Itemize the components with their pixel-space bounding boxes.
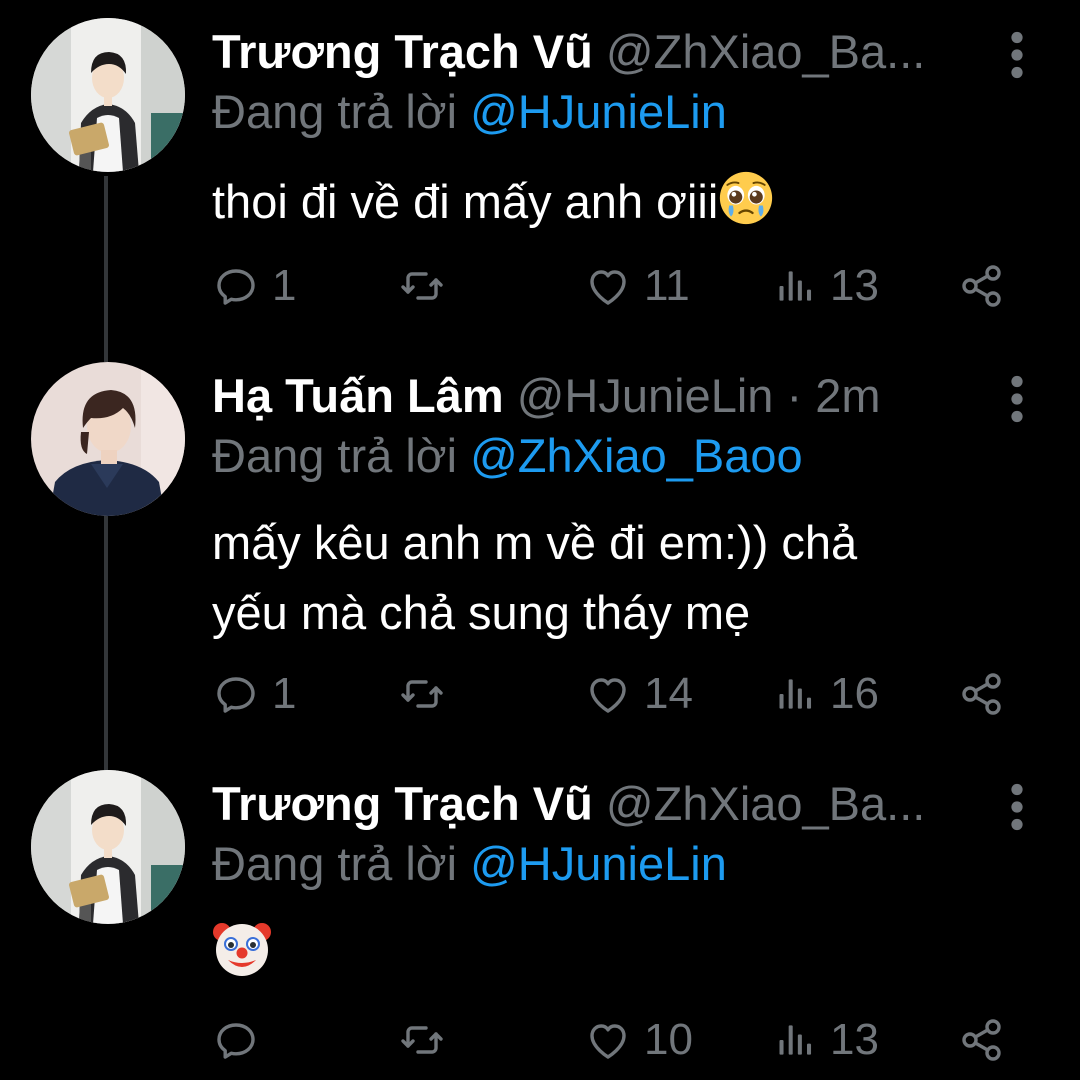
views-count: 13 bbox=[830, 261, 879, 310]
display-name[interactable]: Trương Trạch Vũ bbox=[212, 25, 593, 78]
handle[interactable]: @ZhXiao_Ba... bbox=[606, 25, 925, 78]
tweet-text-line: yếu mà chả sung tháy mẹ bbox=[212, 586, 751, 639]
reply-prefix: Đang trả lời bbox=[212, 85, 458, 138]
views-icon bbox=[774, 672, 818, 716]
like-icon bbox=[584, 1016, 632, 1064]
reply-count: 1 bbox=[272, 261, 297, 310]
like-count: 10 bbox=[644, 1015, 693, 1064]
views-icon bbox=[774, 264, 818, 308]
share-button[interactable] bbox=[958, 664, 1006, 724]
views-button[interactable]: 16 bbox=[774, 664, 879, 724]
share-button[interactable] bbox=[958, 1010, 1006, 1070]
like-button[interactable]: 11 bbox=[584, 256, 690, 316]
reply-icon bbox=[212, 1016, 260, 1064]
avatar-image bbox=[31, 18, 185, 172]
share-icon bbox=[958, 262, 1006, 310]
tweet-header: Hạ Tuấn Lâm @HJunieLin · 2m bbox=[212, 366, 1002, 426]
thread: Trương Trạch Vũ @ZhXiao_Ba... Đang trả l… bbox=[0, 0, 1080, 1080]
reply-context: Đang trả lời @HJunieLin bbox=[212, 836, 727, 892]
reply-button[interactable]: 1 bbox=[212, 256, 296, 316]
views-button[interactable]: 13 bbox=[774, 256, 879, 316]
display-name[interactable]: Hạ Tuấn Lâm bbox=[212, 369, 504, 422]
action-bar: 1 14 16 bbox=[212, 664, 1032, 724]
clown-face-icon bbox=[212, 918, 272, 978]
action-bar: 10 13 bbox=[212, 1010, 1032, 1070]
action-bar: 1 11 13 bbox=[212, 256, 1032, 316]
like-count: 14 bbox=[644, 669, 693, 718]
tweet-text-line: mấy kêu anh m về đi em:)) chả bbox=[212, 516, 858, 569]
separator-dot: · bbox=[786, 369, 803, 422]
tweet-header: Trương Trạch Vũ @ZhXiao_Ba... bbox=[212, 22, 1002, 82]
avatar[interactable] bbox=[31, 18, 185, 172]
like-button[interactable]: 10 bbox=[584, 1010, 693, 1070]
tweet-text-line: thoi đi về đi mấy anh ơiii bbox=[212, 175, 719, 228]
retweet-icon bbox=[398, 262, 446, 310]
reply-mention-link[interactable]: @HJunieLin bbox=[470, 85, 727, 138]
like-button[interactable]: 14 bbox=[584, 664, 693, 724]
tweet-text: thoi đi về đi mấy anh ơiii bbox=[212, 170, 1012, 233]
reply-context: Đang trả lời @HJunieLin bbox=[212, 84, 727, 140]
more-icon[interactable] bbox=[1002, 30, 1032, 80]
avatar[interactable] bbox=[31, 770, 185, 924]
handle[interactable]: @HJunieLin bbox=[517, 369, 774, 422]
reply-context: Đang trả lời @ZhXiao_Baoo bbox=[212, 428, 803, 484]
retweet-icon bbox=[398, 1016, 446, 1064]
avatar[interactable] bbox=[31, 362, 185, 516]
retweet-button[interactable] bbox=[398, 1010, 458, 1070]
tweet-text: mấy kêu anh m về đi em:)) chả yếu mà chả… bbox=[212, 512, 1012, 644]
more-icon[interactable] bbox=[1002, 782, 1032, 832]
reply-count: 1 bbox=[272, 669, 297, 718]
reply-mention-link[interactable]: @ZhXiao_Baoo bbox=[470, 429, 803, 482]
like-count: 11 bbox=[644, 261, 690, 310]
retweet-button[interactable] bbox=[398, 664, 458, 724]
views-count: 16 bbox=[830, 669, 879, 718]
reply-button[interactable] bbox=[212, 1010, 272, 1070]
reply-icon bbox=[212, 670, 260, 718]
reply-icon bbox=[212, 262, 260, 310]
avatar-image bbox=[31, 362, 185, 516]
reply-prefix: Đang trả lời bbox=[212, 429, 458, 482]
like-icon bbox=[584, 670, 632, 718]
tweet[interactable]: Trương Trạch Vũ @ZhXiao_Ba... Đang trả l… bbox=[0, 770, 1080, 1080]
tweet[interactable]: Hạ Tuấn Lâm @HJunieLin · 2m Đang trả lời… bbox=[0, 362, 1080, 752]
pleading-face-icon bbox=[718, 170, 774, 226]
more-icon[interactable] bbox=[1002, 374, 1032, 424]
views-count: 13 bbox=[830, 1015, 879, 1064]
timestamp[interactable]: 2m bbox=[815, 369, 880, 422]
retweet-button[interactable] bbox=[398, 256, 458, 316]
reply-mention-link[interactable]: @HJunieLin bbox=[470, 837, 727, 890]
views-button[interactable]: 13 bbox=[774, 1010, 879, 1070]
reply-button[interactable]: 1 bbox=[212, 664, 296, 724]
reply-prefix: Đang trả lời bbox=[212, 837, 458, 890]
tweet-text bbox=[212, 918, 1012, 993]
share-icon bbox=[958, 670, 1006, 718]
display-name[interactable]: Trương Trạch Vũ bbox=[212, 777, 593, 830]
tweet[interactable]: Trương Trạch Vũ @ZhXiao_Ba... Đang trả l… bbox=[0, 18, 1080, 338]
like-icon bbox=[584, 262, 632, 310]
handle[interactable]: @ZhXiao_Ba... bbox=[606, 777, 925, 830]
views-icon bbox=[774, 1018, 818, 1062]
avatar-image bbox=[31, 770, 185, 924]
share-button[interactable] bbox=[958, 256, 1006, 316]
retweet-icon bbox=[398, 670, 446, 718]
tweet-header: Trương Trạch Vũ @ZhXiao_Ba... bbox=[212, 774, 1002, 834]
share-icon bbox=[958, 1016, 1006, 1064]
